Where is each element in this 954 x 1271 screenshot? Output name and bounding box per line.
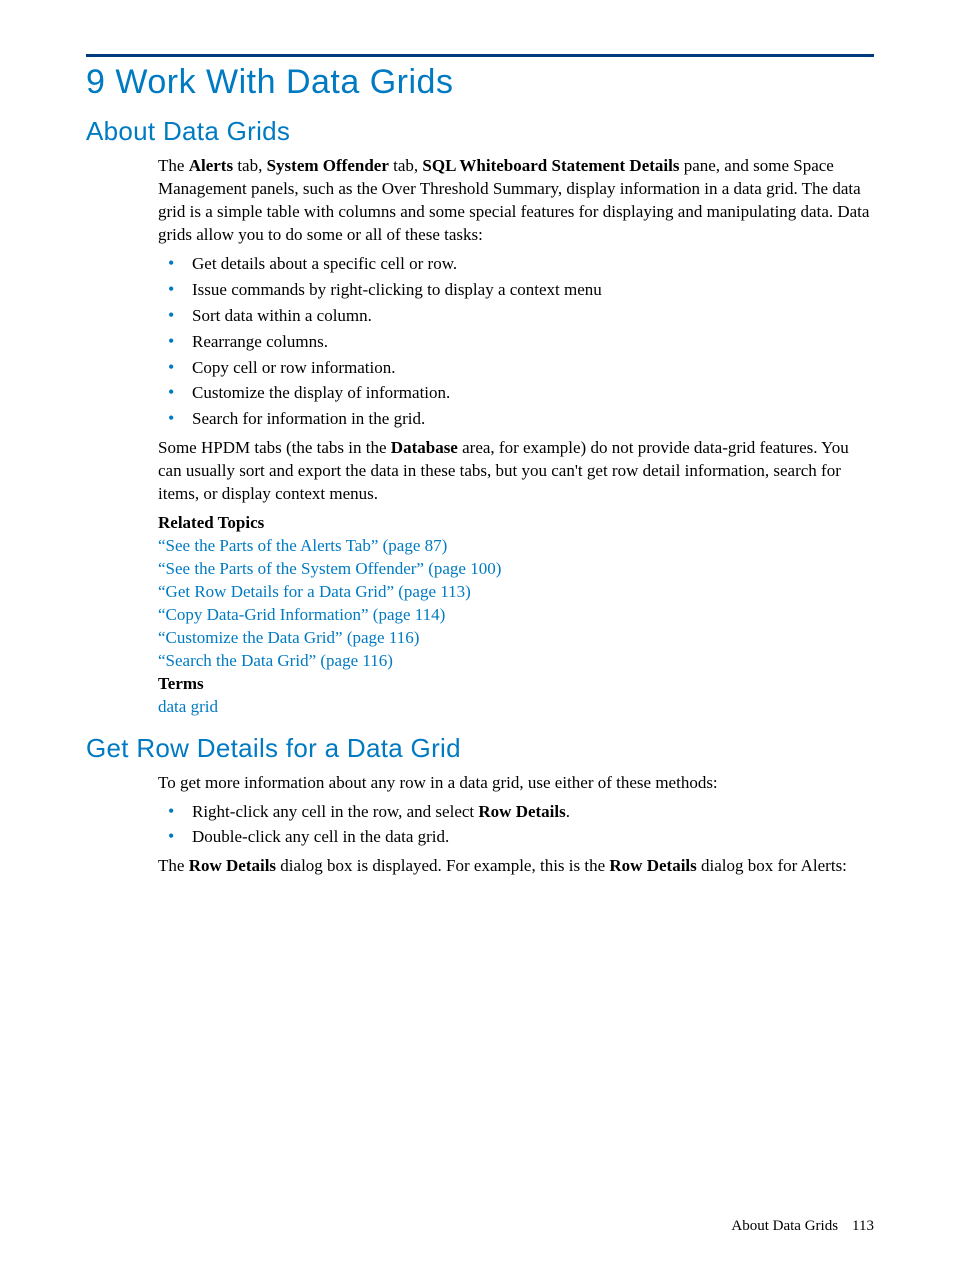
text: The [158, 856, 189, 875]
list-item: Double-click any cell in the data grid. [158, 826, 874, 849]
text-bold: Row Details [609, 856, 696, 875]
list-item-text: Rearrange columns. [192, 332, 328, 351]
text: The [158, 156, 189, 175]
text-bold: SQL Whiteboard Statement Details [422, 156, 679, 175]
related-link[interactable]: “Search the Data Grid” (page 116) [158, 651, 393, 670]
text-bold: Alerts [189, 156, 233, 175]
text: tab, [389, 156, 423, 175]
related-link[interactable]: “See the Parts of the System Offender” (… [158, 559, 501, 578]
list-item: Sort data within a column. [158, 305, 874, 328]
section-about-data-grids-body: The Alerts tab, System Offender tab, SQL… [158, 155, 874, 719]
terms-heading: Terms [158, 673, 874, 696]
page-footer: About Data Grids 113 [731, 1218, 874, 1235]
section-get-row-details-heading: Get Row Details for a Data Grid [86, 733, 874, 764]
related-topics-heading: Related Topics [158, 512, 874, 535]
method-bullet-list: Right-click any cell in the row, and sel… [158, 801, 874, 850]
text: Some HPDM tabs (the tabs in the [158, 438, 391, 457]
text-bold: Database [391, 438, 458, 457]
text-bold: Row Details [478, 802, 565, 821]
related-link[interactable]: “See the Parts of the Alerts Tab” (page … [158, 536, 447, 555]
page: 9 Work With Data Grids About Data Grids … [0, 0, 954, 1271]
section-get-row-details-body: To get more information about any row in… [158, 772, 874, 879]
list-item: Customize the display of information. [158, 382, 874, 405]
list-item: Copy cell or row information. [158, 357, 874, 380]
list-item: Rearrange columns. [158, 331, 874, 354]
list-item: Right-click any cell in the row, and sel… [158, 801, 874, 824]
related-link[interactable]: “Copy Data-Grid Information” (page 114) [158, 605, 445, 624]
related-topics-block: Related Topics “See the Parts of the Ale… [158, 512, 874, 718]
related-link[interactable]: “Get Row Details for a Data Grid” (page … [158, 582, 471, 601]
text-bold: System Offender [267, 156, 389, 175]
intro-paragraph: The Alerts tab, System Offender tab, SQL… [158, 155, 874, 247]
text: dialog box is displayed. For example, th… [276, 856, 609, 875]
intro-paragraph: To get more information about any row in… [158, 772, 874, 795]
text: Right-click any cell in the row, and sel… [192, 802, 478, 821]
section-about-data-grids-heading: About Data Grids [86, 116, 874, 147]
text: . [566, 802, 570, 821]
footer-section-name: About Data Grids [731, 1218, 838, 1234]
after-paragraph: The Row Details dialog box is displayed.… [158, 855, 874, 878]
text: tab, [233, 156, 267, 175]
list-item: Issue commands by right-clicking to disp… [158, 279, 874, 302]
list-item: Get details about a specific cell or row… [158, 253, 874, 276]
list-item: Search for information in the grid. [158, 408, 874, 431]
list-item-text: Double-click any cell in the data grid. [192, 827, 449, 846]
top-rule [86, 54, 874, 57]
footer-page-number: 113 [852, 1218, 874, 1234]
chapter-title: 9 Work With Data Grids [86, 63, 874, 102]
feature-bullet-list: Get details about a specific cell or row… [158, 253, 874, 432]
text: dialog box for Alerts: [697, 856, 847, 875]
list-item-text: Issue commands by right-clicking to disp… [192, 280, 602, 299]
list-item-text: Customize the display of information. [192, 383, 450, 402]
note-paragraph: Some HPDM tabs (the tabs in the Database… [158, 437, 874, 506]
text-bold: Row Details [189, 856, 276, 875]
list-item-text: Get details about a specific cell or row… [192, 254, 457, 273]
list-item-text: Search for information in the grid. [192, 409, 425, 428]
term-link[interactable]: data grid [158, 697, 218, 716]
list-item-text: Copy cell or row information. [192, 358, 396, 377]
related-link[interactable]: “Customize the Data Grid” (page 116) [158, 628, 419, 647]
list-item-text: Sort data within a column. [192, 306, 372, 325]
